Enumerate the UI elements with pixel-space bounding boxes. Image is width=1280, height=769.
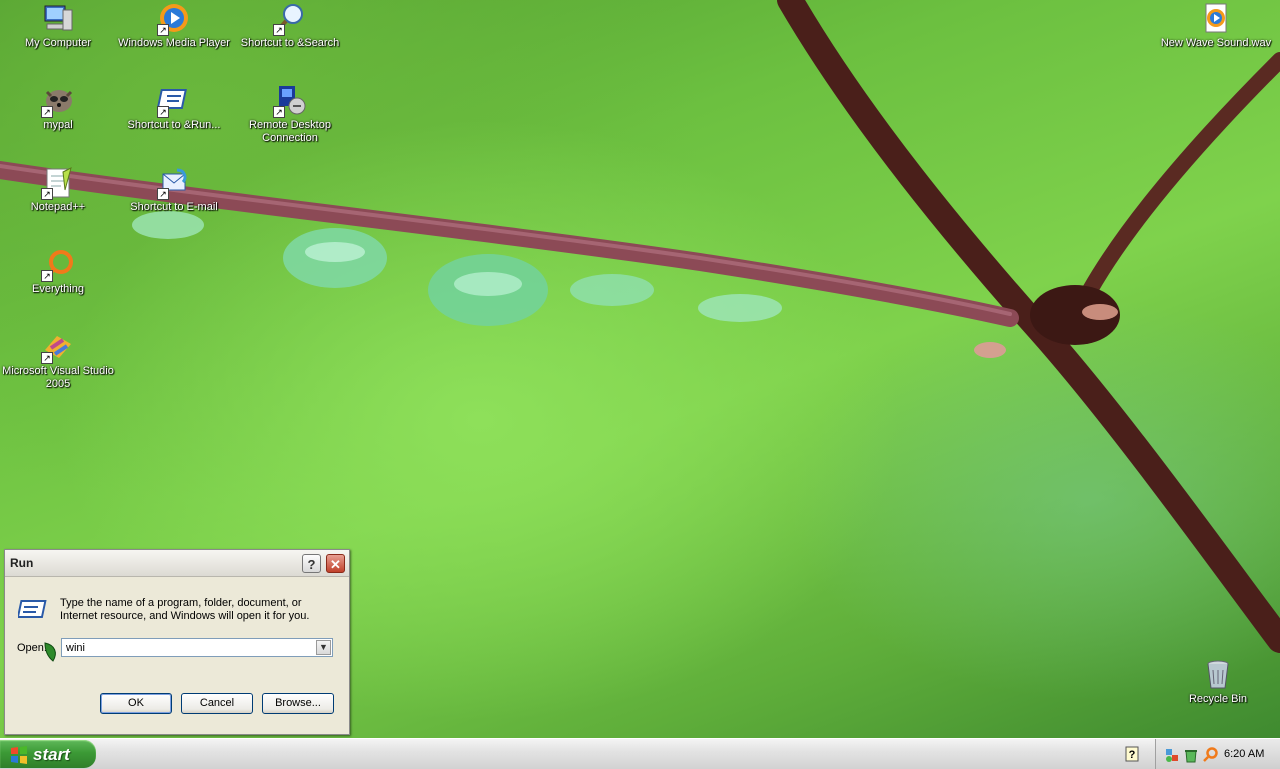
desktop-icon-label: My Computer: [24, 37, 92, 49]
cursor-leaf-icon: [44, 642, 56, 662]
help-button[interactable]: ?: [302, 554, 321, 573]
shortcut-arrow-icon: ↗: [157, 106, 169, 118]
shortcut-arrow-icon: ↗: [41, 270, 53, 282]
desktop-icon-label: Shortcut to E-mail: [130, 201, 218, 213]
notepad-icon: ↗: [41, 166, 75, 200]
shortcut-arrow-icon: ↗: [157, 188, 169, 200]
close-button[interactable]: ✕: [326, 554, 345, 573]
notepad-plus-icon-item[interactable]: ↗ Notepad++: [0, 166, 116, 214]
my-computer-icon-item[interactable]: My Computer: [0, 2, 116, 50]
open-input[interactable]: wini: [66, 642, 85, 654]
ok-button[interactable]: OK: [100, 693, 172, 714]
browse-button[interactable]: Browse...: [262, 693, 334, 714]
clock[interactable]: 6:20 AM: [1224, 748, 1264, 760]
remote-desktop-icon: ↗: [273, 84, 307, 118]
shortcut-email-icon-item[interactable]: ↗ Shortcut to E-mail: [116, 166, 232, 214]
desktop-icon-label: Shortcut to &Run...: [127, 119, 221, 131]
search-icon: ↗: [273, 2, 307, 36]
magnifier-ring-icon: ↗: [41, 248, 75, 282]
start-label: start: [33, 745, 70, 764]
remote-desktop-icon-item[interactable]: ↗ Remote Desktop Connection: [232, 84, 348, 145]
mypal-icon-item[interactable]: ↗ mypal: [0, 84, 116, 132]
cancel-button[interactable]: Cancel: [181, 693, 253, 714]
computer-icon: [41, 2, 75, 36]
recycle-tray-icon[interactable]: [1183, 747, 1199, 766]
start-button[interactable]: start: [0, 740, 96, 768]
desktop-icon-label: Windows Media Player: [118, 37, 230, 49]
email-icon: ↗: [157, 166, 191, 200]
run-dialog[interactable]: Run ? ✕ Type the name of a program, fold…: [4, 549, 350, 735]
desktop-icon-label: Shortcut to &Search: [240, 37, 340, 49]
visual-studio-icon-item[interactable]: ↗ Microsoft Visual Studio 2005: [0, 330, 116, 391]
shortcut-arrow-icon: ↗: [273, 24, 285, 36]
desktop-icon-label: Everything: [32, 283, 84, 295]
recycle-bin-icon-item[interactable]: Recycle Bin: [1160, 658, 1276, 706]
new-wave-sound-icon-item[interactable]: New Wave Sound.wav: [1158, 2, 1274, 50]
recycle-bin-icon: [1201, 658, 1235, 692]
windows-logo-icon: [11, 746, 27, 764]
run-dialog-description: Type the name of a program, folder, docu…: [60, 597, 310, 622]
desktop-icon-label: New Wave Sound.wav: [1160, 37, 1272, 49]
network-icon[interactable]: [1164, 747, 1180, 766]
desktop[interactable]: My Computer ↗ Windows Media Player ↗ Sho…: [0, 0, 1280, 738]
help-tray-glyph: ?: [1129, 749, 1136, 761]
system-tray: 6:20 AM: [1155, 739, 1280, 769]
desktop-icon-label: Recycle Bin: [1188, 693, 1248, 705]
shortcut-arrow-icon: ↗: [41, 106, 53, 118]
desktop-icon-label: Remote Desktop Connection: [249, 119, 331, 144]
run-icon: ↗: [156, 84, 191, 118]
raccoon-icon: ↗: [41, 84, 75, 118]
shortcut-run-icon-item[interactable]: ↗ Shortcut to &Run...: [116, 84, 232, 132]
shortcut-search-icon-item[interactable]: ↗ Shortcut to &Search: [232, 2, 348, 50]
shortcut-arrow-icon: ↗: [273, 106, 285, 118]
run-program-icon: [16, 598, 50, 625]
desktop-icon-label: Notepad++: [30, 201, 86, 213]
run-dialog-titlebar[interactable]: Run ? ✕: [5, 550, 349, 577]
chevron-down-icon[interactable]: ▼: [316, 640, 331, 655]
wav-file-icon: [1199, 2, 1233, 36]
desktop-icon-label: mypal: [43, 119, 73, 131]
run-dialog-title: Run: [10, 556, 34, 570]
visual-studio-icon: ↗: [41, 330, 75, 364]
windows-media-player-icon-item[interactable]: ↗ Windows Media Player: [116, 2, 232, 50]
shortcut-arrow-icon: ↗: [157, 24, 169, 36]
help-tray-icon[interactable]: ?: [1125, 746, 1139, 765]
shortcut-arrow-icon: ↗: [41, 188, 53, 200]
search-tray-icon[interactable]: [1202, 747, 1218, 766]
taskbar: start ? 6:20 AM: [0, 738, 1280, 769]
everything-icon-item[interactable]: ↗ Everything: [0, 248, 116, 296]
open-combobox[interactable]: wini ▼: [61, 638, 333, 657]
desktop-icon-label: Microsoft Visual Studio 2005: [2, 365, 114, 390]
shortcut-arrow-icon: ↗: [41, 352, 53, 364]
media-player-icon: ↗: [157, 2, 191, 36]
